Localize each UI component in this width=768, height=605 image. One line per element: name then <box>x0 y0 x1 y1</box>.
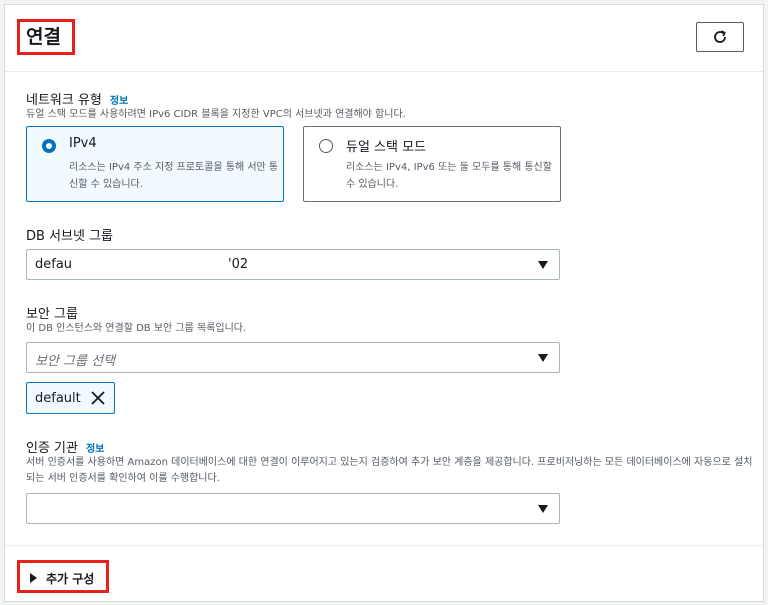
radio-option-dual-stack[interactable]: 듀얼 스택 모드 리소스는 IPv4, IPv6 또는 둘 모두를 통해 통신할… <box>303 126 561 202</box>
radio-option-description: 리소스는 IPv4, IPv6 또는 둘 모두를 통해 통신할 수 있습니다. <box>346 162 552 190</box>
security-group-token: default <box>26 382 115 414</box>
security-group-placeholder: 보안 그룹 선택 <box>35 354 116 369</box>
caret-right-icon <box>30 573 37 583</box>
refresh-icon <box>714 30 726 43</box>
additional-config-label: 추가 구성 <box>46 572 95 586</box>
chevron-down-icon <box>538 261 548 269</box>
certificate-authority-description: 서버 인증서를 사용하면 Amazon 데이터베이스에 대한 연결이 이루어지고… <box>26 457 753 484</box>
security-group-description: 이 DB 인스턴스와 연결할 DB 보안 그룹 목록입니다. <box>26 323 247 334</box>
subnet-group-value-end: '02 <box>228 257 249 272</box>
network-type-info-link[interactable]: 정보 <box>110 96 128 107</box>
network-type-label-text: 네트워크 유형 <box>26 93 102 108</box>
chevron-down-icon <box>538 354 548 362</box>
radio-option-ipv4[interactable]: IPv4 리소스는 IPv4 주소 지정 프로토콜을 통해 서만 통신할 수 있… <box>26 126 284 202</box>
radio-selected-icon[interactable] <box>42 139 56 153</box>
certificate-authority-label: 인증 기관 정보 <box>26 437 104 456</box>
radio-unselected-icon[interactable] <box>319 139 333 153</box>
panel-footer: 추가 구성 <box>5 545 763 602</box>
subnet-group-label: DB 서브넷 그룹 <box>26 229 113 244</box>
radio-option-title: 듀얼 스택 모드 <box>346 140 427 155</box>
certificate-authority-label-text: 인증 기관 <box>26 441 78 456</box>
certificate-authority-select[interactable] <box>26 493 560 524</box>
additional-config-expander[interactable]: 추가 구성 <box>17 560 109 593</box>
radio-option-description: 리소스는 IPv4 주소 지정 프로토콜을 통해 서만 통신할 수 있습니다. <box>69 162 279 190</box>
close-icon[interactable] <box>90 390 106 406</box>
connectivity-panel: 연결 네트워크 유형 정보 듀얼 스택 모드를 사용하려면 IPv6 CIDR 블… <box>4 4 764 602</box>
subnet-group-select[interactable]: defau '02 <box>26 249 560 280</box>
security-group-select[interactable]: 보안 그룹 선택 <box>26 342 560 373</box>
refresh-button[interactable] <box>696 22 744 52</box>
network-type-label: 네트워크 유형 정보 <box>26 89 128 108</box>
subnet-group-value-start: defau <box>35 257 73 272</box>
panel-header: 연결 <box>5 5 763 72</box>
security-group-label: 보안 그룹 <box>26 307 78 322</box>
token-label: default <box>35 391 81 406</box>
certificate-authority-info-link[interactable]: 정보 <box>86 444 104 455</box>
page-title: 연결 <box>17 19 75 55</box>
chevron-down-icon <box>538 505 548 513</box>
radio-option-title: IPv4 <box>69 136 97 151</box>
network-type-description: 듀얼 스택 모드를 사용하려면 IPv6 CIDR 블록을 지정한 VPC의 서… <box>26 109 406 120</box>
